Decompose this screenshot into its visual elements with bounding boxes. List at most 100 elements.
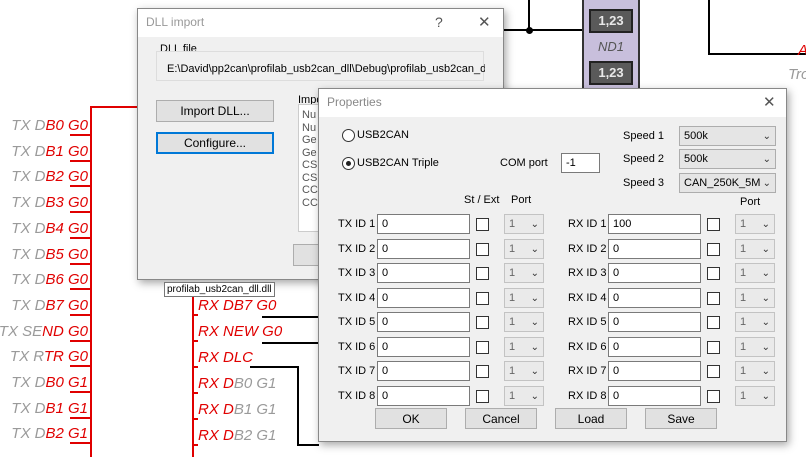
tx-port-select[interactable]: 1 ⌄ <box>504 238 544 259</box>
usb2can-triple-radio-label[interactable]: USB2CAN Triple <box>357 157 439 169</box>
dll-import-titlebar[interactable]: DLL import ? ✕ <box>138 9 503 37</box>
tx-st-ext-checkbox[interactable] <box>476 218 489 231</box>
rx-id-input[interactable]: 0 <box>608 238 701 259</box>
import-list-item[interactable]: CS <box>302 172 317 184</box>
com-port-input[interactable]: -1 <box>561 153 600 173</box>
tx-port-select[interactable]: 1 ⌄ <box>504 312 544 332</box>
rx-st-ext-checkbox[interactable] <box>707 365 720 378</box>
tx-port-select[interactable]: 1 ⌄ <box>504 214 544 234</box>
tx-id-input[interactable]: 0 <box>377 312 470 332</box>
tx-st-ext-checkbox[interactable] <box>476 365 489 378</box>
cancel-button[interactable]: Cancel <box>465 408 537 429</box>
help-icon[interactable]: ? <box>435 14 443 30</box>
tx-port-select[interactable]: 1 ⌄ <box>504 361 544 381</box>
rx-id-input[interactable]: 0 <box>608 336 701 357</box>
properties-titlebar[interactable]: Properties ✕ <box>319 89 786 117</box>
rx-signal-label: RX DLC <box>198 349 254 366</box>
import-list-item[interactable]: CS <box>302 159 317 171</box>
speed-3-select[interactable]: CAN_250K_5M ⌄ <box>679 173 776 193</box>
rx-port-select[interactable]: 1 ⌄ <box>735 263 775 283</box>
tx-st-ext-checkbox[interactable] <box>476 316 489 329</box>
rx-signal-wire <box>192 392 198 394</box>
rx-id-input[interactable]: 100 <box>608 214 701 234</box>
rx-st-ext-checkbox[interactable] <box>707 389 720 403</box>
rx-port-select[interactable]: 1 ⌄ <box>735 312 775 332</box>
rx-id-input[interactable]: 0 <box>608 385 701 406</box>
tx-st-ext-checkbox[interactable] <box>476 291 489 305</box>
usb2can-triple-radio[interactable] <box>342 157 355 170</box>
close-icon[interactable]: ✕ <box>478 13 491 31</box>
tx-id-label: TX ID 8 <box>338 389 376 402</box>
dll-path-text[interactable]: E:\David\pp2can\profilab_usb2can_dll\Deb… <box>167 63 485 75</box>
properties-dialog: Properties ✕ USB2CAN USB2CAN Triple COM … <box>318 88 787 442</box>
tx-id-input[interactable]: 0 <box>377 263 470 283</box>
import-list-item[interactable]: Ge <box>302 134 317 146</box>
configure-button[interactable]: Configure... <box>156 132 274 154</box>
rx-signal-label: RX DB2 G1 <box>198 427 277 444</box>
red-bus-line <box>90 106 92 457</box>
dll-import-title: DLL import <box>146 15 205 29</box>
rx-st-ext-checkbox[interactable] <box>707 218 720 231</box>
signal-label: TX SEND G0 <box>0 322 88 340</box>
rx-signal-label: RX NEW G0 <box>198 323 283 340</box>
rx-port-select[interactable]: 1 ⌄ <box>735 361 775 381</box>
rx-port-select[interactable]: 1 ⌄ <box>735 336 775 357</box>
ok-button[interactable]: OK <box>375 408 447 429</box>
rx-st-ext-checkbox[interactable] <box>707 267 720 280</box>
wire <box>708 0 710 54</box>
tx-id-input[interactable]: 0 <box>377 287 470 308</box>
chevron-down-icon: ⌄ <box>761 268 770 279</box>
signal-label: TX DB5 G0 <box>11 245 88 263</box>
tx-id-input[interactable]: 0 <box>377 385 470 406</box>
tx-id-input[interactable]: 0 <box>377 214 470 234</box>
chevron-down-icon: ⌄ <box>761 317 770 328</box>
rx-port-select[interactable]: 1 ⌄ <box>735 238 775 259</box>
usb2can-radio[interactable] <box>342 129 355 142</box>
tx-id-input[interactable]: 0 <box>377 238 470 259</box>
signal-label: TX DB0 G0 <box>11 117 88 134</box>
import-list-item[interactable]: Ge <box>302 147 317 159</box>
chevron-down-icon: ⌄ <box>530 341 539 353</box>
tx-id-input[interactable]: 0 <box>377 361 470 381</box>
rx-st-ext-checkbox[interactable] <box>707 242 720 256</box>
wire <box>262 316 318 318</box>
tx-port-select[interactable]: 1 ⌄ <box>504 385 544 406</box>
rx-st-ext-checkbox[interactable] <box>707 340 720 354</box>
rx-port-select[interactable]: 1 ⌄ <box>735 287 775 308</box>
rx-id-label: RX ID 5 <box>568 316 607 328</box>
tx-id-label: TX ID 6 <box>338 340 376 353</box>
import-list-item[interactable]: Nu <box>302 109 316 121</box>
rx-signal-label: RX DB7 G0 <box>198 297 277 314</box>
rx-st-ext-checkbox[interactable] <box>707 316 720 329</box>
wire <box>250 366 298 368</box>
rx-port-select[interactable]: 1 ⌄ <box>735 214 775 234</box>
tx-port-select[interactable]: 1 ⌄ <box>504 263 544 283</box>
import-list-item[interactable]: CC <box>302 184 318 196</box>
load-button[interactable]: Load <box>555 408 627 429</box>
rx-st-ext-checkbox[interactable] <box>707 291 720 305</box>
speed-1-select[interactable]: 500k ⌄ <box>679 126 776 146</box>
tx-st-ext-checkbox[interactable] <box>476 389 489 403</box>
rx-id-input[interactable]: 0 <box>608 263 701 283</box>
import-list-item[interactable]: CC <box>302 197 318 209</box>
tx-port-select[interactable]: 1 ⌄ <box>504 336 544 357</box>
close-icon[interactable]: ✕ <box>763 93 776 111</box>
tx-port-select[interactable]: 1 ⌄ <box>504 287 544 308</box>
signal-label: TX DB1 G0 <box>11 142 88 160</box>
import-dll-button[interactable]: Import DLL... <box>156 100 274 122</box>
rx-id-input[interactable]: 0 <box>608 312 701 332</box>
save-button[interactable]: Save <box>645 408 717 429</box>
chevron-down-icon: ⌄ <box>761 341 770 353</box>
rx-port-select[interactable]: 1 ⌄ <box>735 385 775 406</box>
tx-st-ext-checkbox[interactable] <box>476 267 489 280</box>
numeric-display: 1,23 <box>589 61 633 85</box>
import-list-item[interactable]: Nu <box>302 122 316 134</box>
speed-3-label: Speed 3 <box>623 177 664 189</box>
speed-2-select[interactable]: 500k ⌄ <box>679 149 776 169</box>
tx-id-input[interactable]: 0 <box>377 336 470 357</box>
usb2can-radio-label[interactable]: USB2CAN <box>357 129 409 141</box>
rx-id-input[interactable]: 0 <box>608 287 701 308</box>
tx-st-ext-checkbox[interactable] <box>476 242 489 256</box>
tx-st-ext-checkbox[interactable] <box>476 340 489 354</box>
rx-id-input[interactable]: 0 <box>608 361 701 381</box>
